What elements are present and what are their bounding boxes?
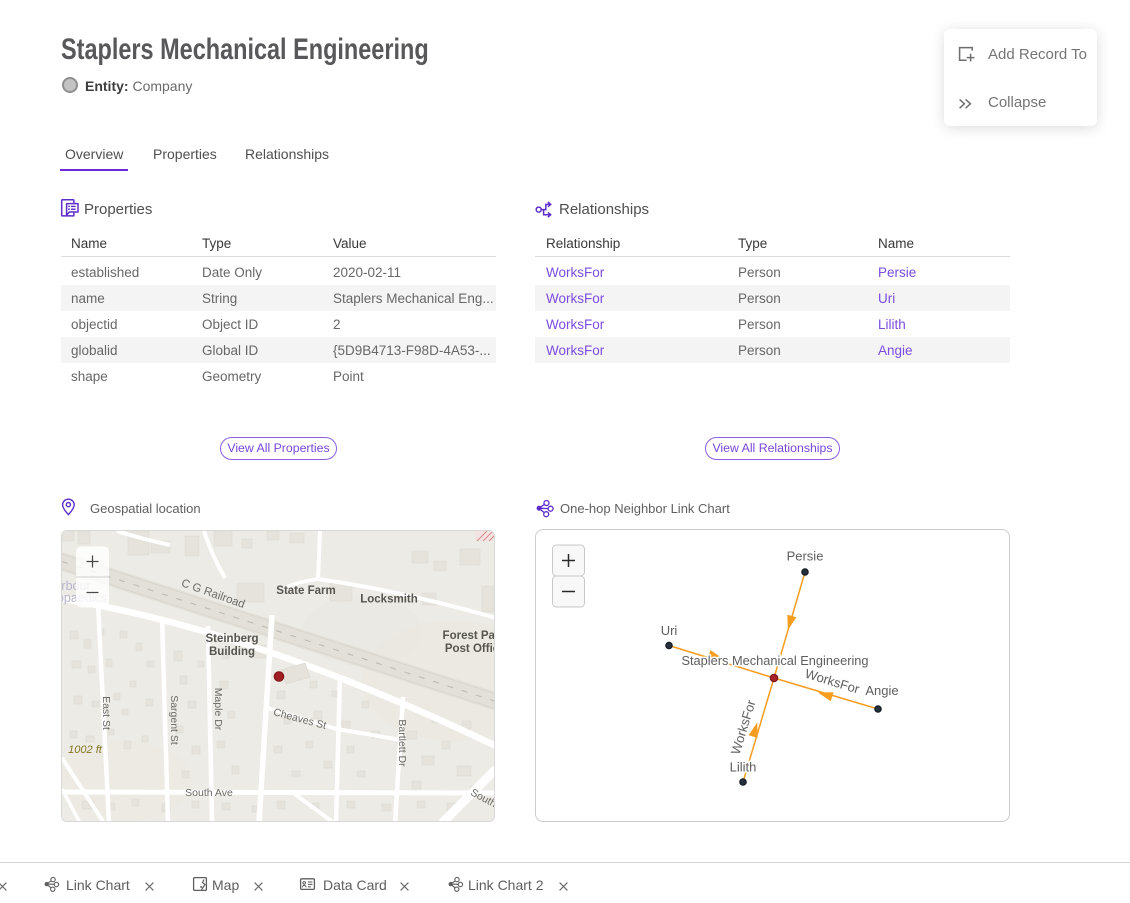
svg-text:1002 ft: 1002 ft [68,744,103,756]
svg-text:WorksFor: WorksFor [728,698,759,757]
svg-text:State Farm: State Farm [276,585,335,597]
svg-text:Lilith: Lilith [730,760,757,775]
svg-text:Building: Building [209,646,255,658]
svg-text:Uri: Uri [661,623,678,638]
svg-text:Persie: Persie [787,549,824,564]
svg-text:South Ave: South Ave [185,787,233,799]
svg-text:WorksFor: WorksFor [803,666,862,697]
svg-text:Sargent St: Sargent St [168,695,180,745]
svg-text:Post Offic: Post Offic [445,643,495,655]
svg-text:Bartlett Dr: Bartlett Dr [396,719,408,767]
svg-text:Staplers Mechanical Engineerin: Staplers Mechanical Engineering [681,653,868,668]
svg-text:Forest Par: Forest Par [443,630,495,642]
svg-text:Angie: Angie [865,683,898,698]
svg-text:Locksmith: Locksmith [360,594,418,606]
svg-text:Maple Dr: Maple Dr [212,688,224,731]
svg-text:Steinberg: Steinberg [205,633,258,645]
svg-text:East St: East St [100,696,112,730]
